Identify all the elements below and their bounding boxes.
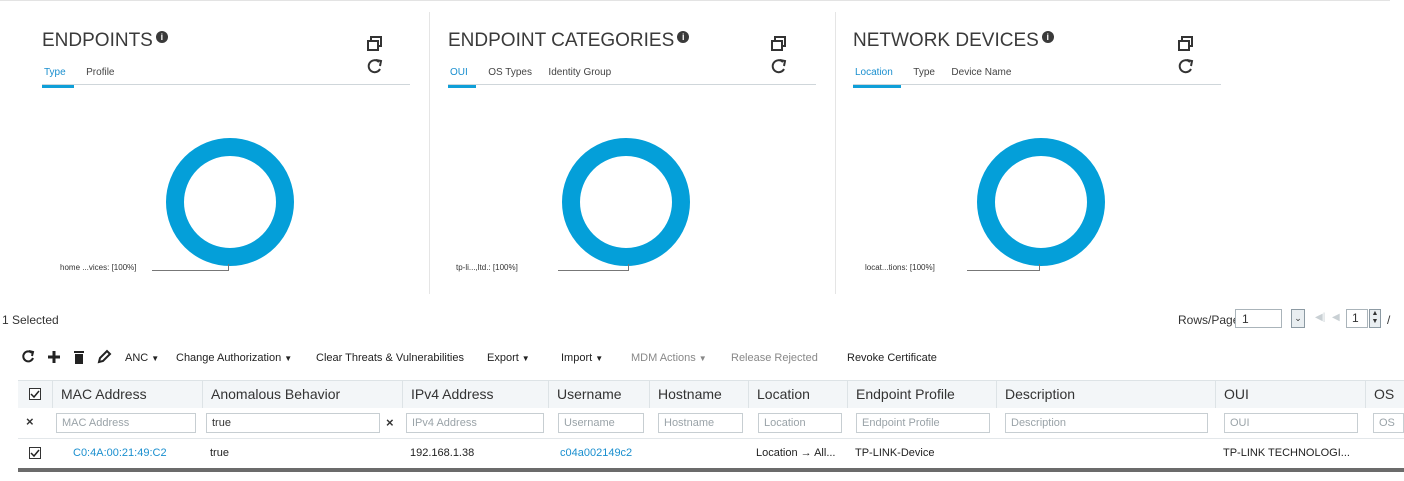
detach-icon[interactable] <box>1177 35 1195 53</box>
select-all-cell <box>18 381 52 408</box>
chart-legend-label: locat...tions: [100%] <box>865 263 935 272</box>
hostname-value <box>649 439 748 468</box>
add-icon[interactable] <box>46 349 62 365</box>
dashlet-tabs: Location Type Device Name <box>853 62 1221 88</box>
endpoint-profile-value: TP-LINK-Device <box>855 447 935 459</box>
username-link[interactable]: c04a002149c2 <box>560 447 632 459</box>
import-menu[interactable]: Import ▼ <box>561 352 603 364</box>
select-all-checkbox[interactable] <box>29 388 41 400</box>
first-page-icon[interactable]: ◀| <box>1315 312 1325 323</box>
filter-location-input[interactable] <box>758 413 842 433</box>
rows-per-page-label: Rows/Page <box>1178 313 1240 327</box>
selection-count: 1 Selected <box>2 313 59 327</box>
donut-chart-slice[interactable] <box>977 138 1105 266</box>
tab-oui[interactable]: OUI <box>448 67 476 88</box>
column-header-hostname[interactable]: Hostname <box>649 381 748 408</box>
column-header-anomalous[interactable]: Anomalous Behavior <box>202 381 402 408</box>
clear-filters-icon[interactable]: × <box>26 414 34 429</box>
caret-down-icon: ▼ <box>521 354 530 363</box>
detach-icon[interactable] <box>770 35 788 53</box>
dashlet-endpoint-categories: ENDPOINT CATEGORIES i OUI OS Types Identi… <box>448 30 818 292</box>
table-row[interactable]: C0:4A:00:21:49:C2 true 192.168.1.38 c04a… <box>18 439 1404 472</box>
tab-location[interactable]: Location <box>853 67 901 88</box>
trash-icon[interactable] <box>71 349 87 365</box>
export-menu[interactable]: Export ▼ <box>487 352 530 364</box>
ipv4-value: 192.168.1.38 <box>410 447 475 459</box>
filter-mac-input[interactable] <box>56 413 196 433</box>
tab-device-name[interactable]: Device Name <box>951 67 1011 85</box>
toolbar: ANC ▼ Change Authorization ▼ Clear Threats… <box>0 349 1404 369</box>
tab-profile[interactable]: Profile <box>86 67 114 85</box>
donut-chart-slice[interactable] <box>562 138 690 266</box>
column-header-location[interactable]: Location <box>748 381 847 408</box>
column-header-ipv4[interactable]: IPv4 Address <box>402 381 548 408</box>
column-header-os[interactable]: OS <box>1365 381 1404 408</box>
column-header-description[interactable]: Description <box>996 381 1215 408</box>
info-icon[interactable]: i <box>155 31 168 43</box>
dashlet-endpoints: ENDPOINTS i Type Profile home ...vices: [… <box>42 30 412 292</box>
mdm-actions-menu[interactable]: MDM Actions ▼ <box>631 352 707 364</box>
clear-threats-button[interactable]: Clear Threats & Vulnerabilities <box>316 352 464 364</box>
description-value <box>996 439 1215 468</box>
caret-down-icon: ▼ <box>595 354 604 363</box>
dashlet-title: NETWORK DEVICES i <box>853 30 1054 52</box>
edit-icon[interactable] <box>96 349 112 365</box>
legend-leader-line <box>967 264 1040 271</box>
dashlet-divider <box>835 12 836 294</box>
filter-oui-input[interactable] <box>1224 413 1358 433</box>
anc-menu[interactable]: ANC ▼ <box>125 352 159 364</box>
filter-hostname-input[interactable] <box>658 413 743 433</box>
column-header-mac[interactable]: MAC Address <box>52 381 202 408</box>
dashlet-title: ENDPOINTS i <box>42 30 168 52</box>
clear-filter-icon[interactable]: × <box>386 415 394 430</box>
chevron-down-icon[interactable]: ⌄ <box>1291 309 1305 328</box>
legend-leader-line <box>558 264 629 271</box>
prev-page-icon[interactable]: ◀ <box>1332 312 1340 323</box>
row-checkbox[interactable] <box>29 447 41 459</box>
filter-row: × × <box>18 408 1404 439</box>
top-divider <box>0 0 1390 5</box>
page-number-input[interactable]: 1 <box>1346 309 1368 328</box>
oui-value: TP-LINK TECHNOLOGI... <box>1223 447 1350 459</box>
tab-identity-group[interactable]: Identity Group <box>548 67 611 85</box>
donut-chart-slice[interactable] <box>166 138 294 266</box>
rows-per-page-select[interactable]: 1 <box>1235 309 1282 328</box>
dashlet-tabs: Type Profile <box>42 62 410 88</box>
caret-down-icon: ▼ <box>284 354 293 363</box>
caret-down-icon: ▼ <box>151 354 160 363</box>
tab-type[interactable]: Type <box>913 67 935 85</box>
dashlet-divider <box>429 12 430 294</box>
dashlet-title: ENDPOINT CATEGORIES i <box>448 30 690 52</box>
column-header-endpoint-profile[interactable]: Endpoint Profile <box>847 381 996 408</box>
page-separator: / <box>1387 313 1391 327</box>
dashlet-network-devices: NETWORK DEVICES i Location Type Device Na… <box>853 30 1223 292</box>
page-spinner-icon[interactable]: ▲ ▼ <box>1369 309 1381 328</box>
filter-os-input[interactable] <box>1373 413 1404 433</box>
location-value: Location → All... <box>756 447 836 459</box>
filter-anomalous-input[interactable] <box>206 413 380 433</box>
filter-description-input[interactable] <box>1005 413 1208 433</box>
change-authorization-menu[interactable]: Change Authorization ▼ <box>176 352 292 364</box>
filter-ipv4-input[interactable] <box>406 413 544 433</box>
revoke-certificate-button[interactable]: Revoke Certificate <box>847 352 937 364</box>
column-header-oui[interactable]: OUI <box>1215 381 1365 408</box>
caret-down-icon: ▼ <box>698 354 707 363</box>
anomalous-value: true <box>210 447 229 459</box>
release-rejected-button[interactable]: Release Rejected <box>731 352 818 364</box>
mac-address-link[interactable]: C0:4A:00:21:49:C2 <box>73 447 167 459</box>
info-icon[interactable]: i <box>677 31 690 43</box>
detach-icon[interactable] <box>366 35 384 53</box>
table-header-row: MAC Address Anomalous Behavior IPv4 Addr… <box>18 380 1404 409</box>
dashlet-tabs: OUI OS Types Identity Group <box>448 62 816 88</box>
filter-username-input[interactable] <box>558 413 644 433</box>
chart-legend-label: tp-li...,ltd.: [100%] <box>456 263 518 272</box>
filter-endpoint-profile-input[interactable] <box>856 413 990 433</box>
chart-legend-label: home ...vices: [100%] <box>60 263 137 272</box>
tab-os-types[interactable]: OS Types <box>488 67 532 85</box>
legend-leader-line <box>152 264 229 271</box>
refresh-icon[interactable] <box>20 349 36 365</box>
column-header-username[interactable]: Username <box>548 381 649 408</box>
info-icon[interactable]: i <box>1041 31 1054 43</box>
tab-type[interactable]: Type <box>42 67 74 88</box>
